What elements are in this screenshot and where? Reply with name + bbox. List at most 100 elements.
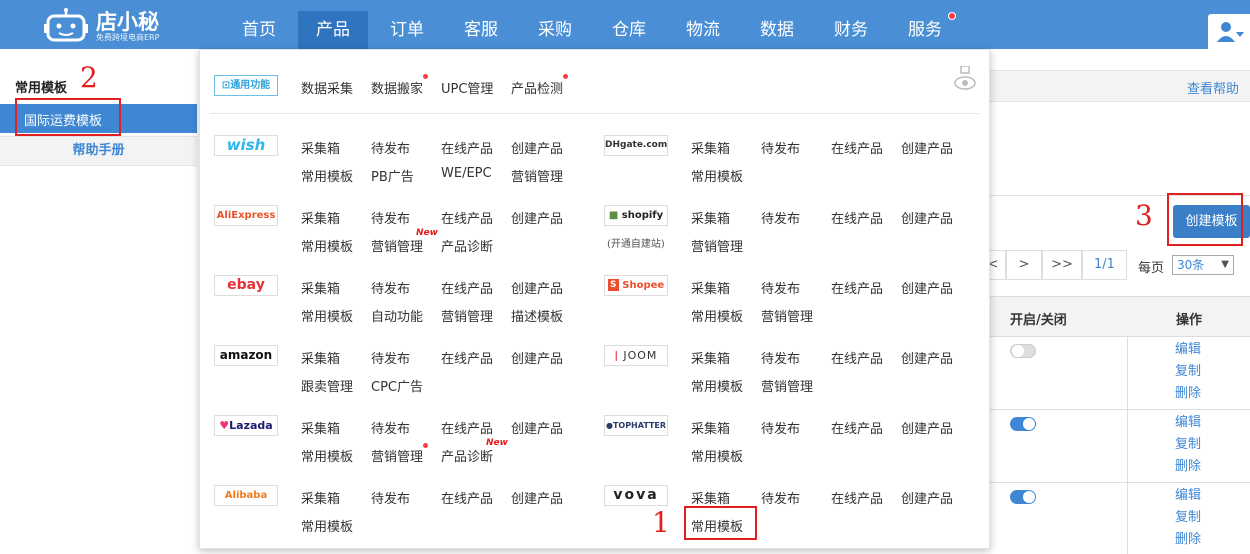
- dhgate-create[interactable]: 创建产品: [901, 138, 953, 157]
- ebay-online[interactable]: 在线产品: [441, 278, 493, 297]
- dhgate-online[interactable]: 在线产品: [831, 138, 883, 157]
- shopee-templates[interactable]: 常用模板: [691, 306, 743, 325]
- wish-we-epc[interactable]: WE/EPC: [441, 166, 492, 181]
- amazon-create[interactable]: 创建产品: [511, 348, 563, 367]
- menu-upc-management[interactable]: UPC管理: [441, 78, 493, 97]
- menu-data-collection[interactable]: 数据采集: [301, 78, 353, 97]
- ebay-automation[interactable]: 自动功能: [371, 306, 423, 325]
- wish-marketing[interactable]: 营销管理: [511, 166, 563, 185]
- view-help-link[interactable]: 查看帮助: [1187, 78, 1239, 97]
- lazada-diagnosis[interactable]: 产品诊断: [441, 446, 493, 465]
- dhgate-pending[interactable]: 待发布: [761, 138, 800, 157]
- shopee-pending[interactable]: 待发布: [761, 278, 800, 297]
- aliexpress-templates[interactable]: 常用模板: [301, 236, 353, 255]
- copy-link[interactable]: 复制: [1175, 507, 1201, 529]
- lazada-create[interactable]: 创建产品: [511, 418, 563, 437]
- toggle-switch[interactable]: [1010, 490, 1036, 504]
- menu-product-inspection[interactable]: 产品检测: [511, 78, 563, 97]
- delete-link[interactable]: 删除: [1175, 383, 1201, 405]
- nav-product[interactable]: 产品: [298, 11, 368, 49]
- edit-link[interactable]: 编辑: [1175, 339, 1201, 361]
- lazada-online[interactable]: 在线产品: [441, 418, 493, 437]
- ebay-marketing[interactable]: 营销管理: [441, 306, 493, 325]
- eye-toggle-icon[interactable]: [954, 66, 976, 92]
- nav-purchasing[interactable]: 采购: [520, 11, 590, 49]
- shopee-marketing[interactable]: 营销管理: [761, 306, 813, 325]
- edit-link[interactable]: 编辑: [1175, 485, 1201, 507]
- aliexpress-online[interactable]: 在线产品: [441, 208, 493, 227]
- ebay-pending[interactable]: 待发布: [371, 278, 410, 297]
- tophatter-templates[interactable]: 常用模板: [691, 446, 743, 465]
- amazon-collection-box[interactable]: 采集箱: [301, 348, 340, 367]
- amazon-online[interactable]: 在线产品: [441, 348, 493, 367]
- aliexpress-create[interactable]: 创建产品: [511, 208, 563, 227]
- joom-pending[interactable]: 待发布: [761, 348, 800, 367]
- lazada-collection-box[interactable]: 采集箱: [301, 418, 340, 437]
- delete-link[interactable]: 删除: [1175, 529, 1201, 551]
- shopify-create[interactable]: 创建产品: [901, 208, 953, 227]
- nav-warehouse[interactable]: 仓库: [594, 11, 664, 49]
- aliexpress-marketing[interactable]: 营销管理: [371, 236, 423, 255]
- joom-create[interactable]: 创建产品: [901, 348, 953, 367]
- ebay-collection-box[interactable]: 采集箱: [301, 278, 340, 297]
- user-menu[interactable]: [1208, 14, 1250, 49]
- wish-online[interactable]: 在线产品: [441, 138, 493, 157]
- joom-online[interactable]: 在线产品: [831, 348, 883, 367]
- alibaba-online[interactable]: 在线产品: [441, 488, 493, 507]
- tophatter-online[interactable]: 在线产品: [831, 418, 883, 437]
- nav-customer-service[interactable]: 客服: [446, 11, 516, 49]
- brand-logo[interactable]: 店小秘 免费跨境电商ERP: [44, 6, 174, 44]
- shopify-marketing[interactable]: 营销管理: [691, 236, 743, 255]
- alibaba-collection-box[interactable]: 采集箱: [301, 488, 340, 507]
- lazada-marketing[interactable]: 营销管理: [371, 446, 423, 465]
- sidebar-help-manual[interactable]: 帮助手册: [0, 136, 197, 166]
- amazon-pending[interactable]: 待发布: [371, 348, 410, 367]
- nav-logistics[interactable]: 物流: [668, 11, 738, 49]
- pager-last[interactable]: >>: [1042, 250, 1082, 280]
- tophatter-collection-box[interactable]: 采集箱: [691, 418, 730, 437]
- nav-home[interactable]: 首页: [224, 11, 294, 49]
- joom-templates[interactable]: 常用模板: [691, 376, 743, 395]
- ebay-templates[interactable]: 常用模板: [301, 306, 353, 325]
- ebay-create[interactable]: 创建产品: [511, 278, 563, 297]
- lazada-pending[interactable]: 待发布: [371, 418, 410, 437]
- wish-collection-box[interactable]: 采集箱: [301, 138, 340, 157]
- copy-link[interactable]: 复制: [1175, 361, 1201, 383]
- wish-pending[interactable]: 待发布: [371, 138, 410, 157]
- delete-link[interactable]: 删除: [1175, 456, 1201, 478]
- nav-data[interactable]: 数据: [742, 11, 812, 49]
- vova-collection-box[interactable]: 采集箱: [691, 488, 730, 507]
- edit-link[interactable]: 编辑: [1175, 412, 1201, 434]
- shopee-online[interactable]: 在线产品: [831, 278, 883, 297]
- toggle-switch[interactable]: [1010, 344, 1036, 358]
- nav-orders[interactable]: 订单: [372, 11, 442, 49]
- pager-next[interactable]: >: [1006, 250, 1042, 280]
- copy-link[interactable]: 复制: [1175, 434, 1201, 456]
- amazon-cpc-ads[interactable]: CPC广告: [371, 376, 423, 395]
- toggle-switch[interactable]: [1010, 417, 1036, 431]
- aliexpress-pending[interactable]: 待发布: [371, 208, 410, 227]
- shopee-create[interactable]: 创建产品: [901, 278, 953, 297]
- ebay-description-templates[interactable]: 描述模板: [511, 306, 563, 325]
- wish-pb-ads[interactable]: PB广告: [371, 166, 414, 185]
- amazon-follow-sell[interactable]: 跟卖管理: [301, 376, 353, 395]
- alibaba-templates[interactable]: 常用模板: [301, 516, 353, 535]
- shopify-collection-box[interactable]: 采集箱: [691, 208, 730, 227]
- aliexpress-collection-box[interactable]: 采集箱: [301, 208, 340, 227]
- joom-marketing[interactable]: 营销管理: [761, 376, 813, 395]
- vova-pending[interactable]: 待发布: [761, 488, 800, 507]
- aliexpress-diagnosis[interactable]: 产品诊断: [441, 236, 493, 255]
- dhgate-templates[interactable]: 常用模板: [691, 166, 743, 185]
- dhgate-collection-box[interactable]: 采集箱: [691, 138, 730, 157]
- per-page-select[interactable]: 30条 ▼: [1172, 255, 1234, 275]
- lazada-templates[interactable]: 常用模板: [301, 446, 353, 465]
- menu-data-migration[interactable]: 数据搬家: [371, 78, 423, 97]
- vova-create[interactable]: 创建产品: [901, 488, 953, 507]
- wish-create[interactable]: 创建产品: [511, 138, 563, 157]
- nav-finance[interactable]: 财务: [816, 11, 886, 49]
- vova-online[interactable]: 在线产品: [831, 488, 883, 507]
- alibaba-create[interactable]: 创建产品: [511, 488, 563, 507]
- shopify-pending[interactable]: 待发布: [761, 208, 800, 227]
- shopee-collection-box[interactable]: 采集箱: [691, 278, 730, 297]
- wish-templates[interactable]: 常用模板: [301, 166, 353, 185]
